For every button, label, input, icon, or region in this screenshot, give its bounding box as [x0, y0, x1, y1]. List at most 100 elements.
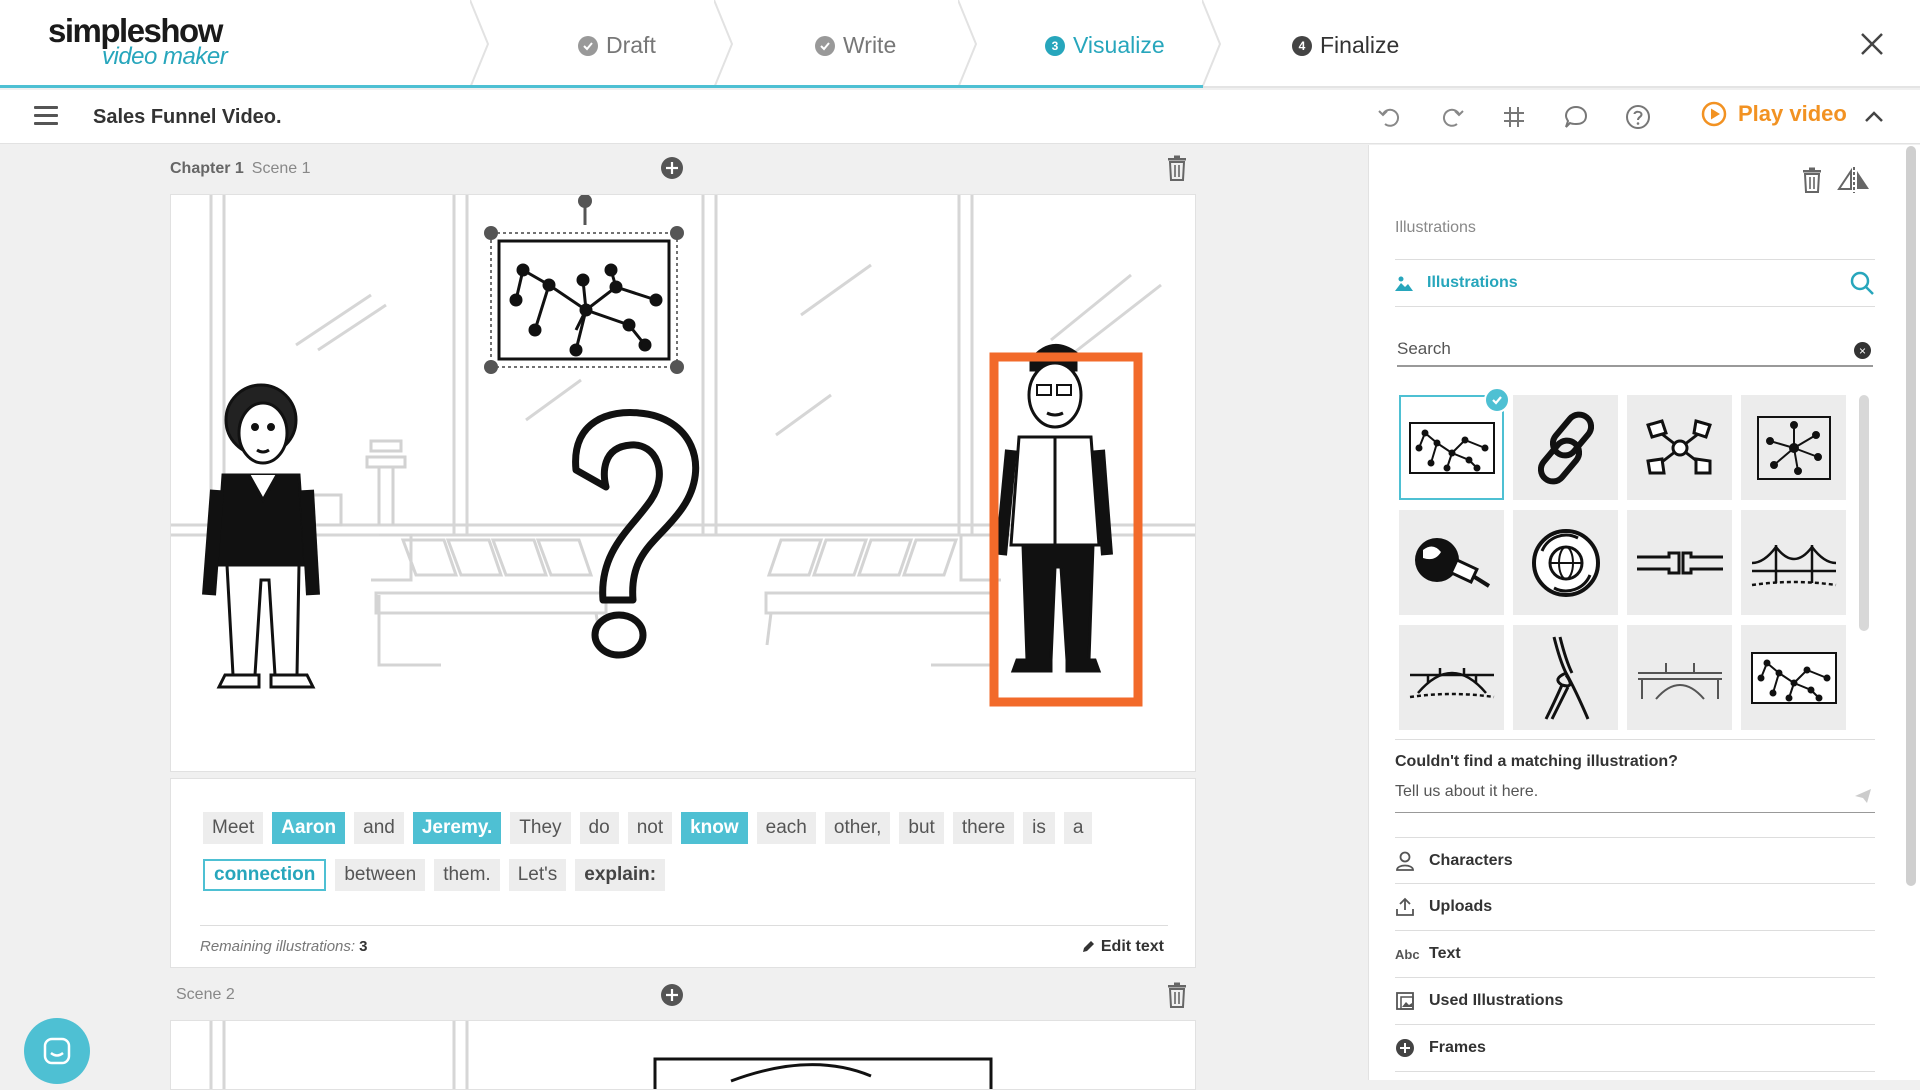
- word-chip[interactable]: them.: [434, 859, 500, 891]
- scene-label: Scene 2: [176, 986, 235, 1003]
- feedback-input[interactable]: [1395, 783, 1835, 801]
- word-chip[interactable]: connection: [203, 859, 327, 891]
- close-icon[interactable]: [1858, 30, 1886, 58]
- used-illustrations-icon: [1396, 992, 1414, 1010]
- word-chip[interactable]: there: [952, 812, 1015, 844]
- word-chip[interactable]: know: [681, 812, 748, 844]
- word-chip[interactable]: Let's: [508, 859, 567, 891]
- delete-scene-icon[interactable]: [1166, 155, 1188, 181]
- scene-illustration: [171, 195, 1195, 707]
- arch-bridge-icon: [1409, 667, 1494, 698]
- step-draft[interactable]: Draft: [578, 32, 656, 59]
- waiting-chairs: [371, 533, 1001, 667]
- illustration-tile-globe-plug[interactable]: [1399, 510, 1504, 615]
- flip-horizontal-icon[interactable]: [1837, 167, 1871, 193]
- plus-circle-icon: [1396, 1039, 1414, 1057]
- help-icon[interactable]: [1624, 103, 1652, 131]
- abc-icon: Abc: [1395, 946, 1420, 962]
- menu-label: Characters: [1429, 851, 1513, 869]
- step-label: Visualize: [1073, 32, 1165, 58]
- illustration-tile-bridge[interactable]: [1741, 510, 1846, 615]
- illustration-tile-chain-link[interactable]: [1513, 395, 1618, 500]
- step-visualize[interactable]: 3 Visualize: [1045, 32, 1165, 59]
- step-write[interactable]: Write: [815, 32, 896, 59]
- progress-stepper: Draft Write 3 Visualize 4 Finalize: [470, 0, 1470, 88]
- upload-icon: [1396, 897, 1414, 916]
- menu-frames[interactable]: Frames: [1395, 1025, 1875, 1072]
- word-chip[interactable]: other,: [824, 812, 891, 844]
- illustration-tile-stone-bridge[interactable]: [1627, 625, 1732, 730]
- illustration-tile-knotted-rope[interactable]: [1513, 625, 1618, 730]
- bridge-icon: [1751, 544, 1836, 586]
- remaining-count: 3: [359, 938, 368, 955]
- menu-uploads[interactable]: Uploads: [1395, 884, 1875, 931]
- scene-header: Chapter 1 Scene 1: [170, 160, 311, 178]
- add-scene-icon[interactable]: [660, 156, 684, 180]
- page-scrollbar[interactable]: [1906, 146, 1916, 886]
- edit-text-button[interactable]: Edit text: [1081, 938, 1164, 956]
- scene-header: Scene 2: [176, 986, 235, 1004]
- step-divider: [714, 0, 734, 88]
- word-chip[interactable]: Jeremy.: [412, 812, 502, 844]
- chapter-label: Chapter 1: [170, 160, 244, 177]
- not-found-heading: Couldn't find a matching illustration?: [1395, 753, 1678, 770]
- feedback-field: [1395, 783, 1875, 813]
- illustration-tile-network[interactable]: [1399, 387, 1510, 500]
- scene-canvas[interactable]: [170, 194, 1196, 772]
- add-scene-icon[interactable]: [660, 983, 684, 1007]
- illustrations-section-label: Illustrations: [1395, 219, 1476, 236]
- globe-plug-icon: [1414, 537, 1490, 588]
- step-label: Finalize: [1320, 32, 1400, 58]
- menu-label: Text: [1429, 945, 1461, 962]
- step-divider: [1202, 0, 1222, 88]
- illustration-tile-arch-bridge[interactable]: [1399, 625, 1504, 730]
- word-chip[interactable]: Meet: [203, 812, 264, 844]
- illustration-tile-cable-connector[interactable]: [1627, 510, 1732, 615]
- menu-characters[interactable]: Characters: [1395, 837, 1875, 884]
- illustration-tile-connected-nodes[interactable]: [1627, 395, 1732, 500]
- play-icon: [1701, 101, 1727, 127]
- word-chip[interactable]: and: [354, 812, 404, 844]
- illustration-tile-globe-rotate[interactable]: [1513, 510, 1618, 615]
- word-chip[interactable]: Aaron: [272, 812, 346, 844]
- clear-search-icon[interactable]: ×: [1854, 342, 1871, 359]
- illustration-tile-network-hub[interactable]: [1741, 395, 1846, 500]
- chat-support-button[interactable]: [24, 1018, 90, 1084]
- stone-bridge-icon: [1637, 662, 1722, 700]
- undo-icon[interactable]: [1376, 103, 1404, 131]
- step-finalize[interactable]: 4 Finalize: [1292, 32, 1399, 59]
- search-input[interactable]: [1397, 335, 1837, 363]
- trash-icon[interactable]: [1801, 167, 1823, 193]
- word-chip[interactable]: a: [1063, 812, 1093, 844]
- word-chip[interactable]: not: [627, 812, 673, 844]
- word-chip[interactable]: each: [756, 812, 816, 844]
- illustration-grid-scrollbar[interactable]: [1859, 395, 1869, 631]
- send-icon[interactable]: [1855, 789, 1871, 803]
- connected-nodes-icon: [1645, 418, 1712, 474]
- hamburger-menu-icon[interactable]: [34, 106, 58, 126]
- grid-icon[interactable]: [1500, 103, 1528, 131]
- remaining-label: Remaining illustrations:: [200, 938, 356, 955]
- menu-text[interactable]: Abc Text: [1395, 931, 1875, 978]
- chevron-up-icon[interactable]: [1860, 103, 1888, 131]
- word-chip[interactable]: They: [510, 812, 571, 844]
- word-chip[interactable]: do: [579, 812, 619, 844]
- check-icon: [815, 35, 835, 56]
- image-icon: [1395, 276, 1413, 291]
- comment-icon[interactable]: [1562, 103, 1590, 131]
- word-chip[interactable]: is: [1023, 812, 1055, 844]
- delete-scene-icon[interactable]: [1166, 982, 1188, 1008]
- remaining-illustrations: Remaining illustrations: 3: [200, 938, 367, 955]
- scene-text-panel: Meet Aaron and Jeremy. They do not know each othe…: [170, 778, 1196, 968]
- play-video-button[interactable]: Play video: [1700, 100, 1847, 128]
- word-chip[interactable]: but: [899, 812, 944, 844]
- search-icon[interactable]: [1849, 270, 1875, 296]
- word-chip[interactable]: between: [335, 859, 426, 891]
- jeremy-character: [995, 344, 1113, 673]
- menu-used-illustrations[interactable]: Used Illustrations: [1395, 978, 1875, 1025]
- word-chip[interactable]: explain:: [575, 859, 666, 891]
- illustrations-sidebar: Illustrations Illustrations ×: [1368, 145, 1920, 1080]
- illustration-tile-network[interactable]: [1741, 625, 1846, 730]
- illustrations-tab[interactable]: Illustrations: [1395, 259, 1875, 307]
- redo-icon[interactable]: [1438, 103, 1466, 131]
